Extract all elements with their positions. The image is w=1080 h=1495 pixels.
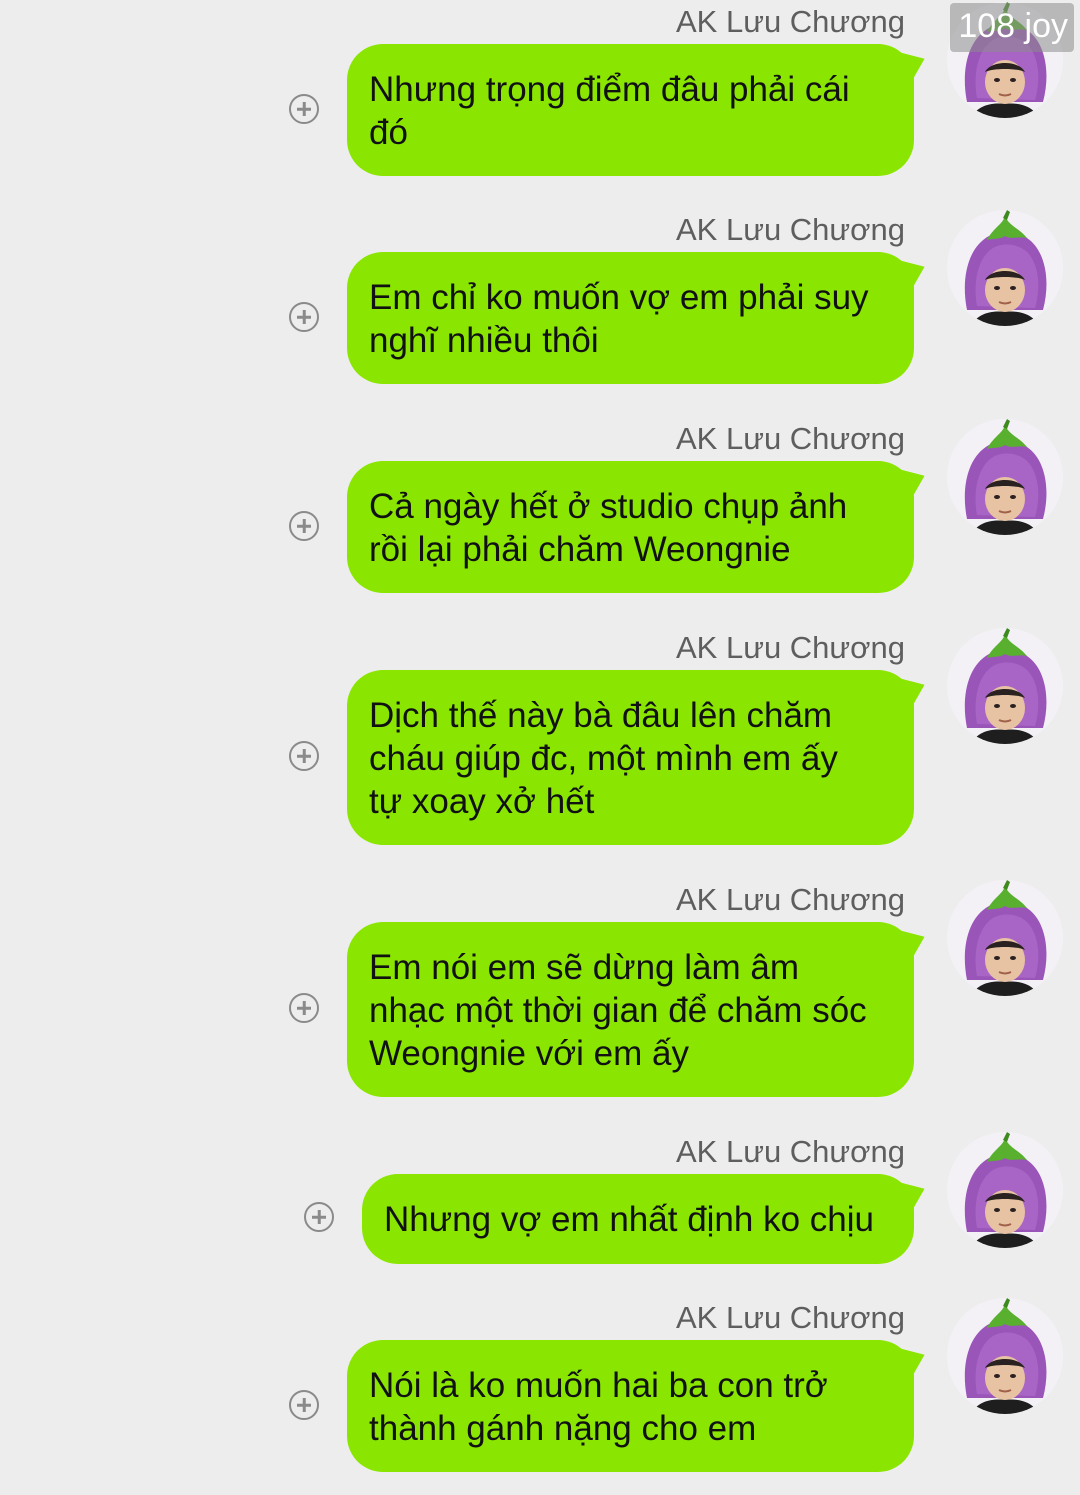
plus-circle-icon[interactable] [289,993,319,1023]
sender-name: AK Lưu Chương [675,212,905,247]
message-row: AK Lưu Chương Nhưng vợ em nhất định ko c… [0,1132,1080,1272]
avatar[interactable] [947,628,1063,744]
plus-circle-icon[interactable] [304,1202,334,1232]
message-bubble[interactable]: Nói là ko muốn hai ba con trở thành gánh… [347,1340,914,1472]
sender-name: AK Lưu Chương [675,1300,905,1335]
message-row: AK Lưu Chương Em chỉ ko muốn vợ em phải … [0,210,1080,390]
message-line: Em nói em sẽ dừng làm âm [369,948,799,987]
plus-circle-icon[interactable] [289,94,319,124]
message-bubble[interactable]: Dịch thế này bà đâu lên chăm cháu giúp đ… [347,670,914,845]
message-bubble[interactable]: Em chỉ ko muốn vợ em phải suy nghĩ nhiều… [347,252,914,384]
message-row: AK Lưu Chương Nói là ko muốn hai ba con … [0,1298,1080,1478]
watermark: 108 joy [950,3,1074,52]
message-line: rồi lại phải chăm Weongnie [369,530,791,569]
message-row: AK Lưu Chương Dịch thế này bà đâu lên ch… [0,628,1080,848]
avatar[interactable] [947,880,1063,996]
message-line: nghĩ nhiều thôi [369,321,599,360]
message-line: đó [369,113,408,152]
sender-name: AK Lưu Chương [675,4,905,39]
avatar[interactable] [947,1132,1063,1248]
sender-name: AK Lưu Chương [675,1134,905,1169]
avatar[interactable] [947,419,1063,535]
plus-circle-icon[interactable] [289,511,319,541]
message-line: thành gánh nặng cho em [369,1409,757,1448]
message-row: AK Lưu Chương Em nói em sẽ dừng làm âm n… [0,880,1080,1100]
avatar[interactable] [947,210,1063,326]
message-line: Nhưng trọng điểm đâu phải cái [369,70,850,109]
message-row: AK Lưu Chương Cả ngày hết ở studio chụp … [0,419,1080,599]
message-bubble[interactable]: Cả ngày hết ở studio chụp ảnh rồi lại ph… [347,461,914,593]
message-bubble[interactable]: Nhưng vợ em nhất định ko chịu [362,1174,914,1264]
message-line: Nhưng vợ em nhất định ko chịu [384,1200,874,1239]
plus-circle-icon[interactable] [289,1390,319,1420]
message-line: Weongnie với em ấy [369,1034,689,1073]
message-line: tự xoay xở hết [369,782,595,821]
message-line: cháu giúp đc, một mình em ấy [369,739,838,778]
message-row: AK Lưu Chương Nhưng trọng điểm đâu phải … [0,2,1080,182]
plus-circle-icon[interactable] [289,302,319,332]
sender-name: AK Lưu Chương [675,630,905,665]
message-line: Cả ngày hết ở studio chụp ảnh [369,487,848,526]
sender-name: AK Lưu Chương [675,882,905,917]
sender-name: AK Lưu Chương [675,421,905,456]
message-line: nhạc một thời gian để chăm sóc [369,991,867,1030]
message-line: Dịch thế này bà đâu lên chăm [369,696,833,735]
avatar[interactable] [947,1298,1063,1414]
message-bubble[interactable]: Em nói em sẽ dừng làm âm nhạc một thời g… [347,922,914,1097]
message-line: Em chỉ ko muốn vợ em phải suy [369,278,869,317]
message-bubble[interactable]: Nhưng trọng điểm đâu phải cái đó [347,44,914,176]
message-line: Nói là ko muốn hai ba con trở [369,1366,828,1405]
plus-circle-icon[interactable] [289,741,319,771]
